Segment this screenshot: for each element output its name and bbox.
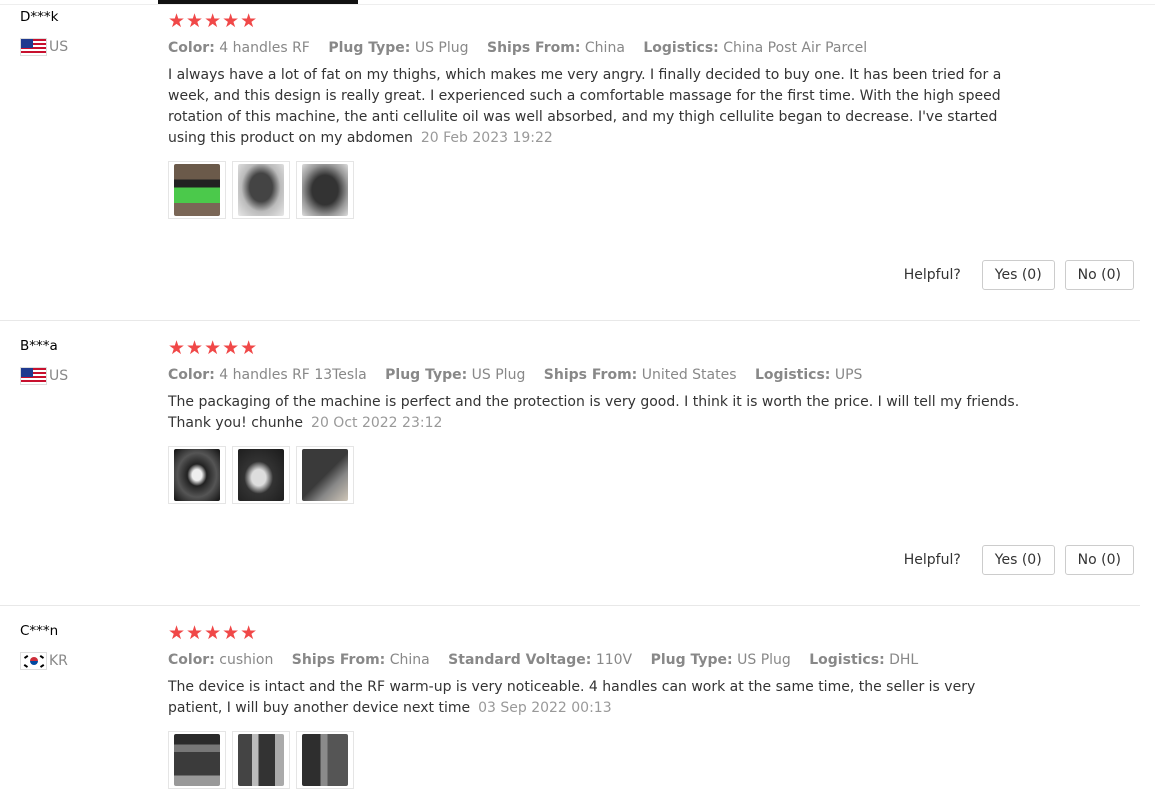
star-rating: ★★★★★ [168, 622, 259, 644]
helpful-label: Helpful? [903, 552, 961, 568]
reviewer-info: C***n KR [20, 622, 68, 670]
attr-color: Color: 4 handles RF 13Tesla [168, 367, 367, 383]
review-photo-thumbnail[interactable] [168, 161, 226, 219]
reviewer-name: B***a [20, 338, 58, 354]
star-rating: ★★★★★ [168, 10, 259, 32]
helpful-yes-button[interactable]: Yes (0) [981, 545, 1055, 575]
review-date: 20 Oct 2022 23:12 [311, 415, 443, 431]
review-text: I always have a lot of fat on my thighs,… [168, 67, 1002, 146]
attr-ships-from: Ships From: United States [543, 367, 737, 383]
reviewer-country: US [20, 38, 68, 56]
review-text: The packaging of the machine is perfect … [168, 394, 1020, 431]
attr-plug-type: Plug Type: US Plug [650, 652, 791, 668]
reviewer-info: D***k US [20, 8, 68, 56]
review-photo-thumbnail[interactable] [232, 731, 290, 789]
sku-attributes: Color: cushion Ships From: China Standar… [168, 651, 1028, 669]
attr-color: Color: cushion [168, 652, 274, 668]
attr-logistics: Logistics: DHL [809, 652, 919, 668]
review-photo-thumbnail[interactable] [296, 446, 354, 504]
review-photo-thumbnail[interactable] [232, 161, 290, 219]
attr-ships-from: Ships From: China [291, 652, 430, 668]
helpful-no-button[interactable]: No (0) [1064, 545, 1134, 575]
reviewer-country: KR [20, 652, 68, 670]
attr-ships-from: Ships From: China [486, 40, 625, 56]
reviewer-name: D***k [20, 9, 59, 25]
star-rating: ★★★★★ [168, 337, 259, 359]
review-item: C***n KR ★★★★★ Color: cushion Ships From… [0, 606, 1140, 809]
sku-attributes: Color: 4 handles RF Plug Type: US Plug S… [168, 39, 1028, 57]
review-photo-thumbnail[interactable] [296, 731, 354, 789]
review-photo-thumbnail[interactable] [168, 731, 226, 789]
reviewer-name: C***n [20, 623, 59, 639]
review-photo-thumbnail[interactable] [296, 161, 354, 219]
review-photos [168, 731, 1028, 789]
helpful-vote: Helpful? Yes (0) No (0) [904, 260, 1134, 290]
country-code: KR [49, 653, 68, 669]
country-code: US [49, 368, 69, 384]
us-flag-icon [20, 38, 47, 56]
attr-plug-type: Plug Type: US Plug [385, 367, 526, 383]
helpful-vote: Helpful? Yes (0) No (0) [904, 545, 1134, 575]
review-date: 20 Feb 2023 19:22 [420, 130, 553, 146]
review-content: ★★★★★ Color: cushion Ships From: China S… [168, 623, 1028, 789]
country-code: US [49, 39, 69, 55]
kr-flag-icon [20, 652, 47, 670]
review-date: 03 Sep 2022 00:13 [478, 700, 612, 716]
review-text: The device is intact and the RF warm-up … [168, 679, 976, 716]
sku-attributes: Color: 4 handles RF 13Tesla Plug Type: U… [168, 366, 1028, 384]
review-content: ★★★★★ Color: 4 handles RF Plug Type: US … [168, 11, 1028, 219]
reviewer-info: B***a US [20, 337, 68, 385]
reviewer-country: US [20, 367, 68, 385]
review-item: D***k US ★★★★★ Color: 4 handles RF Plug … [0, 0, 1140, 321]
review-photos [168, 161, 1028, 219]
helpful-label: Helpful? [903, 267, 961, 283]
review-photo-thumbnail[interactable] [168, 446, 226, 504]
attr-standard-voltage: Standard Voltage: 110V [448, 652, 633, 668]
attr-plug-type: Plug Type: US Plug [328, 40, 469, 56]
attr-logistics: Logistics: UPS [754, 367, 863, 383]
attr-logistics: Logistics: China Post Air Parcel [643, 40, 868, 56]
review-content: ★★★★★ Color: 4 handles RF 13Tesla Plug T… [168, 338, 1028, 504]
review-photos [168, 446, 1028, 504]
review-photo-thumbnail[interactable] [232, 446, 290, 504]
helpful-yes-button[interactable]: Yes (0) [981, 260, 1055, 290]
review-item: B***a US ★★★★★ Color: 4 handles RF 13Tes… [0, 321, 1140, 606]
attr-color: Color: 4 handles RF [168, 40, 310, 56]
helpful-no-button[interactable]: No (0) [1064, 260, 1134, 290]
us-flag-icon [20, 367, 47, 385]
